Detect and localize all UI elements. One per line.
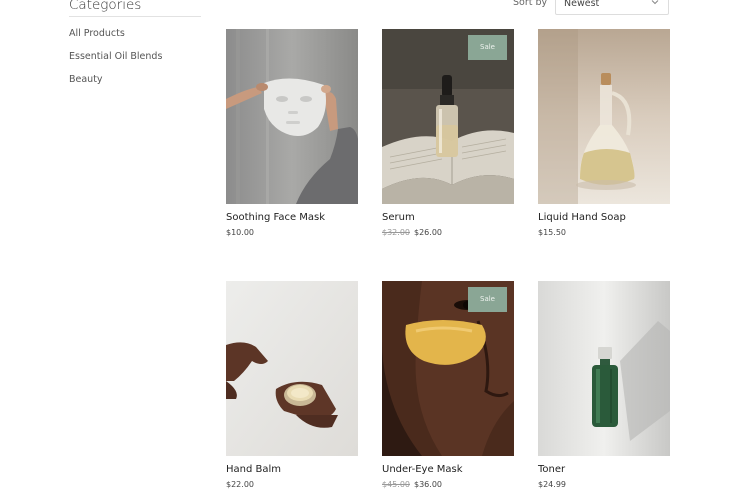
original-price: $45.00 (382, 480, 410, 489)
hand-balm-photo[interactable] (226, 281, 358, 456)
product-name[interactable]: Serum (382, 212, 514, 224)
product-card[interactable]: Sale Serum $32.00 $26.00 (382, 29, 514, 238)
categories-divider (69, 16, 201, 17)
sort-select[interactable]: Newest (555, 0, 669, 15)
categories-heading: Categories (69, 0, 142, 13)
product-card[interactable]: Sale Under-Eye Mask $45.00 $36.00 (382, 281, 514, 490)
chevron-down-icon (651, 0, 659, 5)
product-price: $45.00 $36.00 (382, 480, 514, 490)
current-price: $24.99 (538, 480, 566, 489)
product-price: $10.00 (226, 228, 358, 238)
current-price: $36.00 (414, 480, 442, 489)
product-price: $15.50 (538, 228, 670, 238)
product-name[interactable]: Liquid Hand Soap (538, 212, 670, 224)
original-price: $32.00 (382, 228, 410, 237)
product-card[interactable]: Liquid Hand Soap $15.50 (538, 29, 670, 238)
product-card[interactable]: Hand Balm $22.00 (226, 281, 358, 490)
category-item-all-products[interactable]: All Products (69, 27, 201, 50)
sale-badge: Sale (468, 35, 507, 60)
product-price: $24.99 (538, 480, 670, 490)
category-item-beauty[interactable]: Beauty (69, 73, 201, 96)
sort-label: Sort by (513, 0, 548, 8)
product-card[interactable]: Toner $24.99 (538, 281, 670, 490)
product-card[interactable]: Soothing Face Mask $10.00 (226, 29, 358, 238)
product-name[interactable]: Hand Balm (226, 464, 358, 476)
sort-control: Sort by Newest (513, 0, 669, 15)
toner-bottle-photo[interactable] (538, 281, 670, 456)
product-name[interactable]: Soothing Face Mask (226, 212, 358, 224)
current-price: $10.00 (226, 228, 254, 237)
face-mask-photo[interactable] (226, 29, 358, 204)
hand-soap-photo[interactable] (538, 29, 670, 204)
category-list: All Products Essential Oil Blends Beauty (69, 27, 201, 96)
current-price: $22.00 (226, 480, 254, 489)
product-price: $22.00 (226, 480, 358, 490)
current-price: $15.50 (538, 228, 566, 237)
product-name[interactable]: Under-Eye Mask (382, 464, 514, 476)
category-item-essential-oil-blends[interactable]: Essential Oil Blends (69, 50, 201, 73)
sale-badge: Sale (468, 287, 507, 312)
category-sidebar: Categories All Products Essential Oil Bl… (69, 0, 201, 96)
product-name[interactable]: Toner (538, 464, 670, 476)
product-price: $32.00 $26.00 (382, 228, 514, 238)
under-eye-mask-photo[interactable]: Sale (382, 281, 514, 456)
sort-value: Newest (564, 0, 600, 9)
serum-bottle-photo[interactable]: Sale (382, 29, 514, 204)
current-price: $26.00 (414, 228, 442, 237)
